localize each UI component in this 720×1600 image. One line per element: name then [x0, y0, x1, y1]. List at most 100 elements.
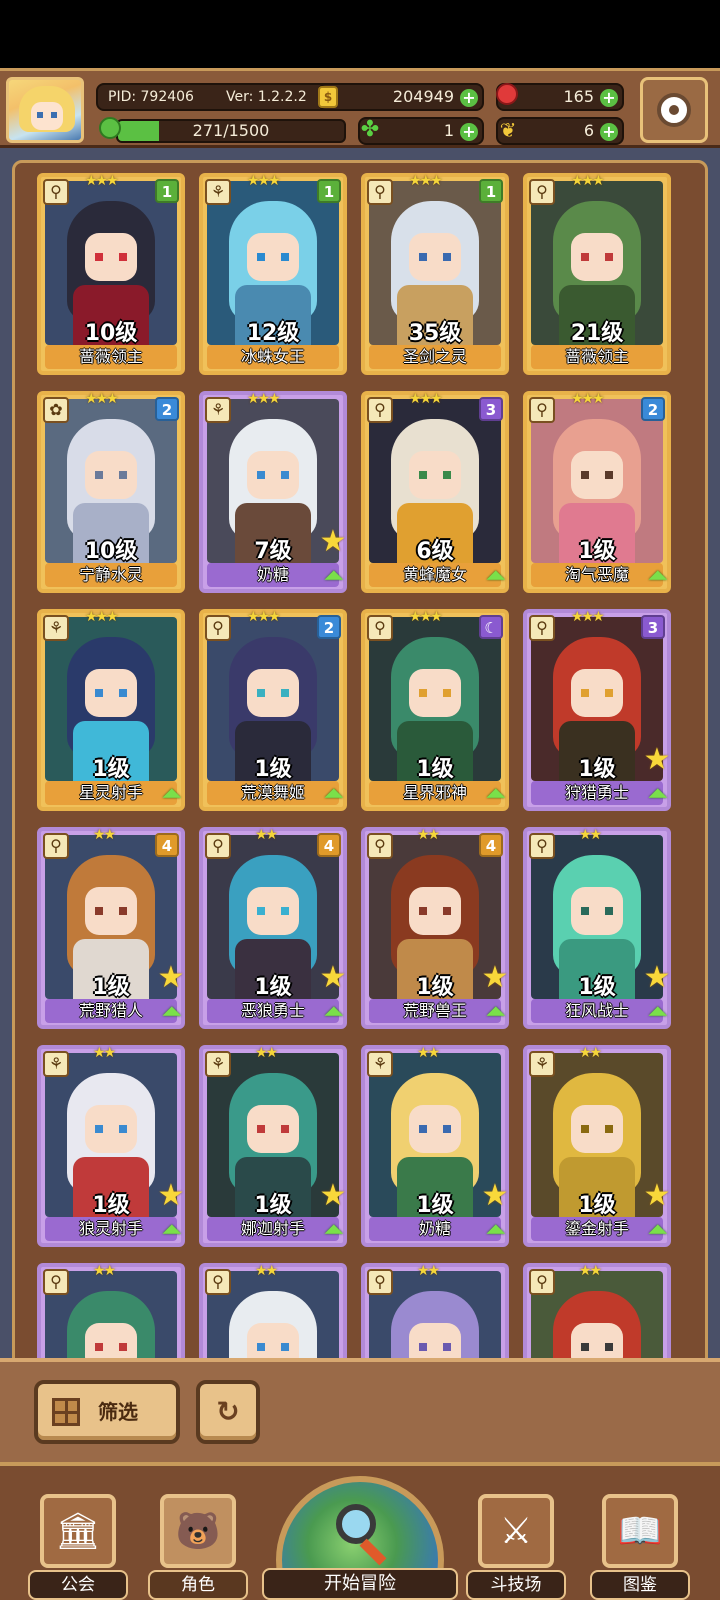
class-icon: ⚘: [529, 1051, 555, 1077]
portrait-eye: [257, 471, 265, 479]
start-adventure-button[interactable]: 开始冒险: [262, 1476, 458, 1600]
character-card[interactable]: ★★ ⚘ 1级 奶糖 ★ ⏶: [361, 1045, 509, 1247]
level-up-arrow-icon: ⏶: [485, 997, 507, 1027]
character-card[interactable]: ★★★ ⚲ 21级 蔷薇领主: [523, 173, 671, 375]
nav-arena[interactable]: ⚔ 斗技场: [466, 1494, 566, 1600]
class-icon: ⚲: [367, 615, 393, 641]
portrait-face: [409, 1105, 461, 1153]
character-card[interactable]: ★★★ ⚘ 1级 星灵射手 ⏶: [37, 609, 185, 811]
portrait-face: [247, 1105, 299, 1153]
character-card[interactable]: ★★★ ✿ 2 10级 宁静水灵: [37, 391, 185, 593]
portrait-eye: [281, 471, 289, 479]
character-card[interactable]: ★★ ⚘ 1级 鎏金射手 ★ ⏶: [523, 1045, 671, 1247]
character-card[interactable]: ★★ ⚲ 4 1级 荒野猎人 ★ ⏶: [37, 827, 185, 1029]
portrait-eye: [119, 907, 127, 915]
portrait-eye: [581, 1343, 589, 1351]
character-card[interactable]: ★★ ⚘ 1级 狼灵射手 ★ ⏶: [37, 1045, 185, 1247]
portrait-eye: [419, 471, 427, 479]
class-icon: ⚘: [205, 397, 231, 423]
star-up-icon: ★: [643, 1178, 671, 1213]
class-icon: ⚘: [43, 1051, 69, 1077]
class-icon: ⚘: [367, 1051, 393, 1077]
nav-guild[interactable]: 🏛 公会: [28, 1494, 128, 1600]
class-icon: ⚲: [367, 397, 393, 423]
character-card[interactable]: ★★ ⚲: [37, 1263, 185, 1367]
star-up-icon: ★: [481, 960, 509, 995]
team-badge: 1: [317, 179, 341, 203]
nav-guild-label: 公会: [28, 1570, 128, 1600]
star-rating-icon: ★★★: [571, 173, 605, 189]
nav-character[interactable]: 🐻 角色: [148, 1494, 248, 1600]
character-name: 蔷薇领主: [45, 345, 177, 369]
portrait-eye: [443, 1343, 451, 1351]
star-up-icon: ★: [481, 1178, 509, 1213]
team-badge: 2: [641, 397, 665, 421]
class-icon: ⚲: [529, 1269, 555, 1295]
add-clover-button[interactable]: +: [460, 123, 478, 141]
character-card[interactable]: ★★ ⚲: [361, 1263, 509, 1367]
star-rating-icon: ★★★: [571, 609, 605, 625]
character-card[interactable]: ★★ ⚲ 1级 狂风战士 ★ ⏶: [523, 827, 671, 1029]
character-card[interactable]: ★★ ⚘ 1级 娜迦射手 ★ ⏶: [199, 1045, 347, 1247]
player-avatar[interactable]: [6, 77, 84, 143]
level-up-arrow-icon: ⏶: [323, 561, 345, 591]
portrait-face: [247, 669, 299, 717]
adventure-label: 开始冒险: [262, 1568, 458, 1600]
portrait-eye: [605, 253, 613, 261]
energy-text: 271/1500: [192, 121, 270, 140]
class-icon: ✿: [43, 397, 69, 423]
avatar-eye-left: [37, 112, 43, 118]
filter-bar: 筛选 ↻: [0, 1358, 720, 1462]
character-grid[interactable]: ★★★ ⚲ 1 10级 蔷薇领主 ★★★ ⚘ 1 12级 冰蛛女王 ★★★ ⚲ 1 35级 圣剑之灵 ★★★ ⚲…: [12, 160, 708, 1370]
star-up-icon: ★: [319, 960, 347, 995]
character-card[interactable]: ★★★ ⚲ 2 1级 淘气恶魔 ⏶: [523, 391, 671, 593]
character-card[interactable]: ★★★ ⚲ ☾ 1级 星界邪神 ⏶: [361, 609, 509, 811]
nav-codex[interactable]: 📖 图鉴: [590, 1494, 690, 1600]
portrait-face: [85, 669, 137, 717]
portrait-eye: [443, 253, 451, 261]
portrait-eye: [95, 471, 103, 479]
portrait-eye: [257, 253, 265, 261]
add-gem-button[interactable]: +: [600, 89, 618, 107]
character-list-area: ★★★ ⚲ 1 10级 蔷薇领主 ★★★ ⚘ 1 12级 冰蛛女王 ★★★ ⚲ 1 35级 圣剑之灵 ★★★ ⚲…: [0, 148, 720, 1370]
character-card[interactable]: ★★★ ⚲ 1 35级 圣剑之灵: [361, 173, 509, 375]
level-up-arrow-icon: ⏶: [485, 779, 507, 809]
class-icon: ⚲: [205, 833, 231, 859]
avatar-face: [31, 102, 63, 130]
portrait-face: [409, 669, 461, 717]
character-card[interactable]: ★★★ ⚲ 3 1级 狩猎勇士 ★ ⏶: [523, 609, 671, 811]
character-card[interactable]: ★★★ ⚲ 2 1级 荒漠舞姬 ⏶: [199, 609, 347, 811]
team-badge: ☾: [479, 615, 503, 639]
character-card[interactable]: ★★★ ⚘ 7级 奶糖 ★ ⏶: [199, 391, 347, 593]
class-icon: ⚘: [205, 179, 231, 205]
character-card[interactable]: ★★ ⚲ 4 1级 恶狼勇士 ★ ⏶: [199, 827, 347, 1029]
star-rating-icon: ★★: [579, 827, 602, 843]
portrait-face: [247, 451, 299, 499]
portrait-eye: [581, 689, 589, 697]
class-icon: ⚲: [529, 397, 555, 423]
nav-character-label: 角色: [148, 1570, 248, 1600]
reset-filter-button[interactable]: ↻: [196, 1380, 260, 1444]
add-ticket-button[interactable]: +: [600, 123, 618, 141]
portrait-eye: [419, 1125, 427, 1133]
add-gold-button[interactable]: +: [460, 89, 478, 107]
team-badge: 4: [479, 833, 503, 857]
portrait-eye: [443, 471, 451, 479]
character-card[interactable]: ★★ ⚲: [199, 1263, 347, 1367]
class-icon: ⚲: [529, 179, 555, 205]
character-card[interactable]: ★★★ ⚘ 1 12级 冰蛛女王: [199, 173, 347, 375]
star-up-icon: ★: [157, 1178, 185, 1213]
character-card[interactable]: ★★★ ⚲ 1 10级 蔷薇领主: [37, 173, 185, 375]
character-card[interactable]: ★★ ⚲: [523, 1263, 671, 1367]
portrait-eye: [95, 689, 103, 697]
level-up-arrow-icon: ⏶: [161, 997, 183, 1027]
character-card[interactable]: ★★★ ⚲ 3 6级 黄蜂魔女 ⏶: [361, 391, 509, 593]
settings-button[interactable]: [640, 77, 708, 143]
filter-button[interactable]: 筛选: [34, 1380, 180, 1444]
portrait-eye: [95, 907, 103, 915]
portrait-eye: [257, 689, 265, 697]
portrait-eye: [95, 1343, 103, 1351]
character-card[interactable]: ★★ ⚲ 4 1级 荒野兽王 ★ ⏶: [361, 827, 509, 1029]
character-level: 1级: [254, 757, 292, 782]
character-name: 冰蛛女王: [207, 345, 339, 369]
